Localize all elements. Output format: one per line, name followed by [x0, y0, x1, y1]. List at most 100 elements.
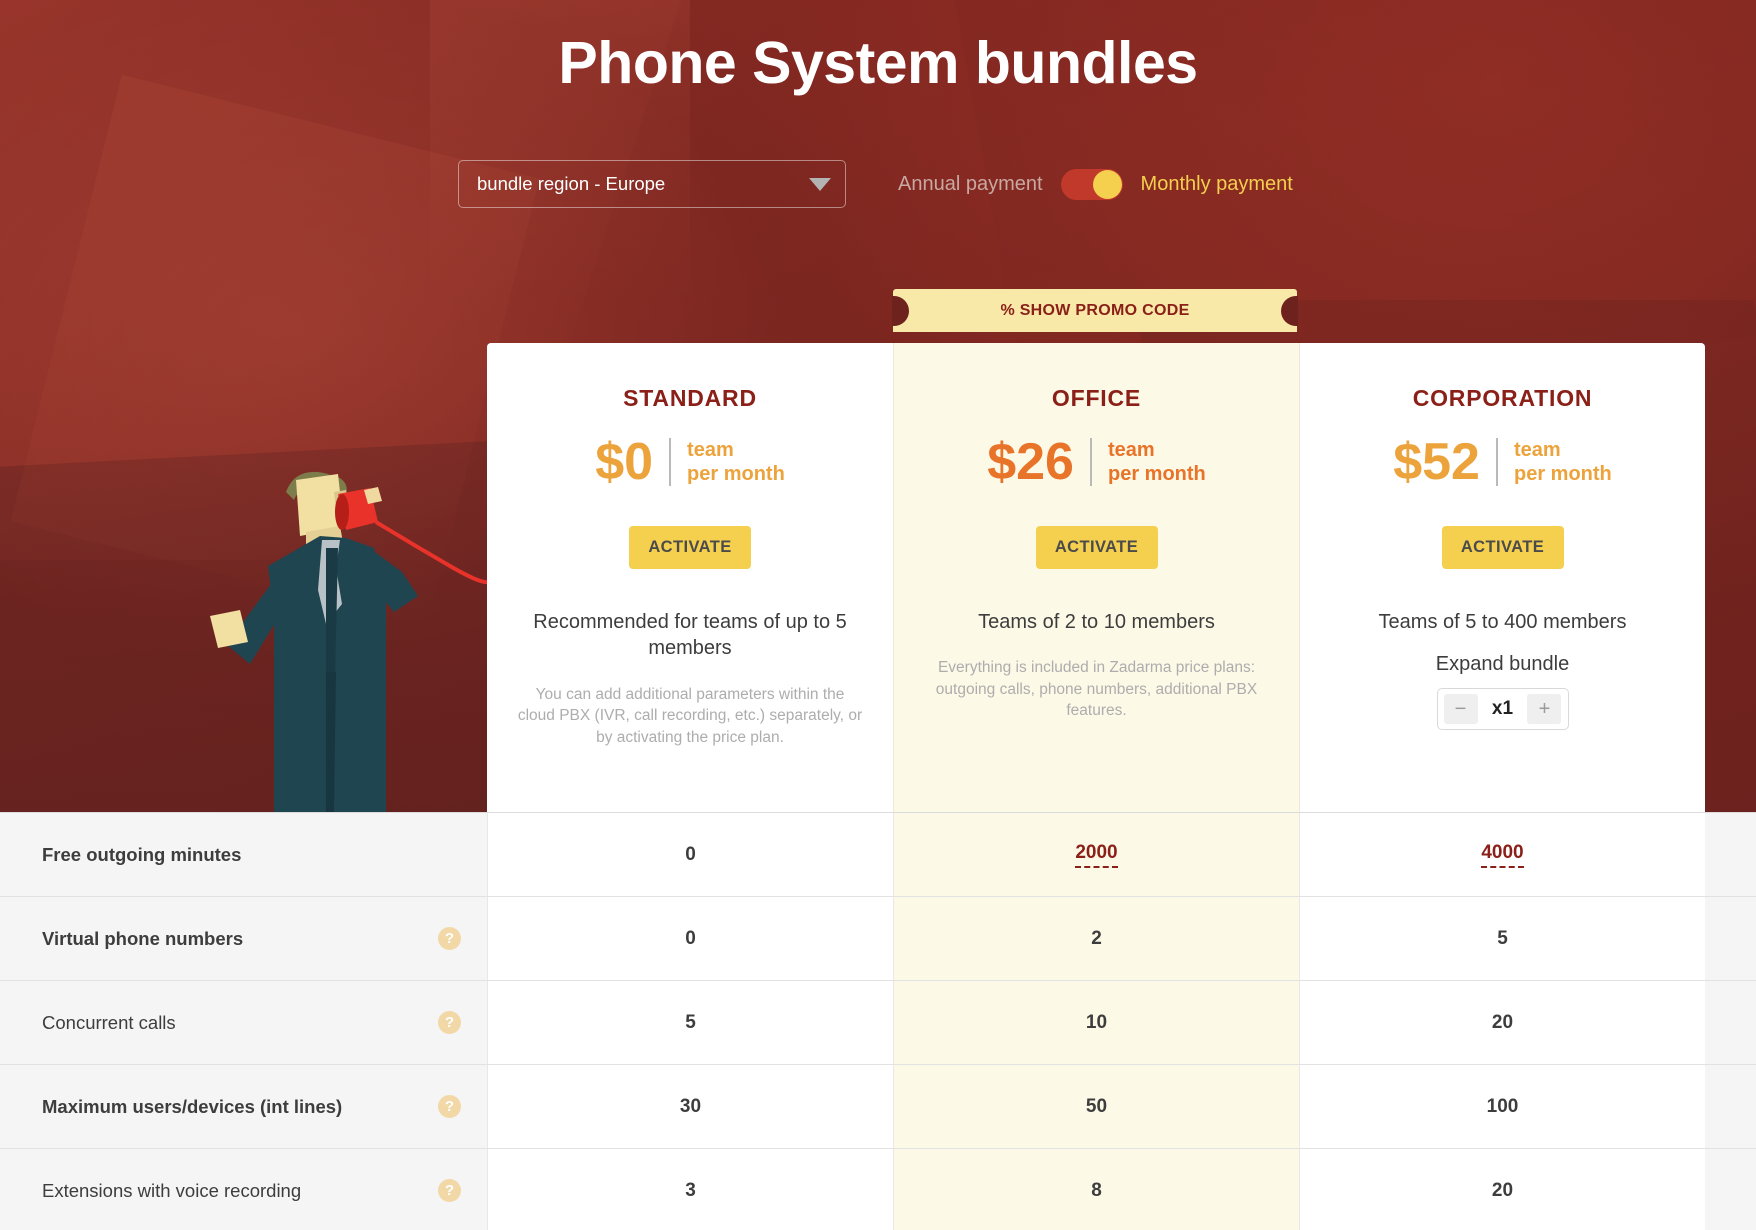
table-row: Free outgoing minutes 0 2000 4000 — [0, 812, 1756, 896]
feature-label-cell: Concurrent calls ? — [0, 981, 487, 1064]
toggle-knob — [1092, 169, 1122, 199]
feature-value-standard: 3 — [487, 1149, 893, 1230]
cell-value: 20 — [1491, 1011, 1514, 1033]
feature-value-standard: 30 — [487, 1065, 893, 1148]
promo-code-label: % SHOW PROMO CODE — [1000, 301, 1190, 319]
plan-note-office: Everything is included in Zadarma price … — [935, 659, 1258, 720]
feature-label: Concurrent calls — [42, 1011, 176, 1033]
pricing-card-corporation: CORPORATION $52 team per month ACTIVATE … — [1299, 343, 1705, 812]
price-divider — [669, 438, 672, 486]
feature-value-corporation: 20 — [1299, 1149, 1705, 1230]
feature-label-cell: Extensions with voice recording ? — [0, 1149, 487, 1230]
stepper-value: x1 — [1491, 698, 1514, 720]
businessman-phone-illustration — [150, 440, 492, 812]
cell-value-tooltip[interactable]: 2000 — [1075, 842, 1118, 868]
price-unit: team per month — [687, 438, 785, 487]
price-row: $26 team per month — [894, 436, 1299, 488]
activate-button-corporation[interactable]: ACTIVATE — [1441, 526, 1564, 569]
price-unit: team per month — [1108, 438, 1206, 487]
cell-value-tooltip[interactable]: 4000 — [1481, 842, 1524, 868]
pricing-cards: STANDARD $0 team per month ACTIVATE Reco… — [487, 343, 1705, 812]
price-divider — [1089, 438, 1092, 486]
cell-value: 20 — [1491, 1179, 1514, 1201]
plan-price-standard: $0 — [595, 433, 654, 491]
cell-value: 100 — [1486, 1095, 1519, 1117]
feature-label: Extensions with voice recording — [42, 1179, 302, 1201]
stepper-increment-button[interactable]: + — [1527, 694, 1562, 725]
page-title: Phone System bundles — [558, 30, 1198, 96]
plan-description-standard: Recommended for teams of up to 5 members — [533, 611, 847, 660]
payment-toggle-switch[interactable] — [1060, 168, 1123, 200]
feature-label: Virtual phone numbers — [42, 927, 244, 949]
annual-payment-label[interactable]: Annual payment — [898, 173, 1043, 196]
table-row: Extensions with voice recording ? 3 8 20 — [0, 1148, 1756, 1230]
table-row: Virtual phone numbers ? 0 2 5 — [0, 896, 1756, 980]
feature-value-standard: 0 — [487, 813, 893, 896]
price-row: $52 team per month — [1300, 436, 1705, 488]
table-row: Maximum users/devices (int lines) ? 30 5… — [0, 1064, 1756, 1148]
cell-value: 50 — [1085, 1095, 1108, 1117]
plan-name-standard: STANDARD — [623, 385, 757, 411]
feature-label: Maximum users/devices (int lines) — [42, 1095, 343, 1117]
price-unit-line1: team — [1513, 438, 1561, 461]
price-unit-line2: per month — [1513, 463, 1612, 485]
price-unit-line1: team — [1107, 438, 1155, 461]
bundle-region-select[interactable]: bundle region - Europe — [458, 160, 846, 208]
feature-value-standard: 5 — [487, 981, 893, 1064]
feature-value-corporation: 5 — [1299, 897, 1705, 980]
cell-value: 0 — [685, 927, 696, 949]
feature-label: Free outgoing minutes — [42, 843, 242, 865]
question-mark-icon[interactable]: ? — [438, 1179, 461, 1202]
cell-value: 30 — [679, 1095, 702, 1117]
cell-value: 8 — [1091, 1179, 1102, 1201]
plan-price-office: $26 — [987, 433, 1074, 491]
question-mark-icon[interactable]: ? — [438, 1011, 461, 1034]
cell-value: 3 — [685, 1179, 696, 1201]
cell-value: 0 — [685, 843, 696, 865]
chevron-down-icon — [809, 177, 831, 191]
feature-value-corporation: 4000 — [1299, 813, 1705, 896]
feature-value-standard: 0 — [487, 897, 893, 980]
price-unit-line2: per month — [1107, 463, 1206, 485]
expand-bundle-stepper[interactable]: − x1 + — [1436, 688, 1569, 731]
plan-name-corporation: CORPORATION — [1412, 385, 1593, 411]
feature-value-corporation: 20 — [1299, 981, 1705, 1064]
feature-value-office: 8 — [893, 1149, 1299, 1230]
activate-button-standard[interactable]: ACTIVATE — [629, 526, 751, 569]
feature-comparison-table: Free outgoing minutes 0 2000 4000 Virtua… — [0, 812, 1756, 1230]
show-promo-code-banner[interactable]: % SHOW PROMO CODE — [892, 289, 1298, 332]
cell-value: 5 — [685, 1011, 696, 1033]
table-row: Concurrent calls ? 5 10 20 — [0, 980, 1756, 1064]
activate-button-office[interactable]: ACTIVATE — [1035, 526, 1158, 569]
cell-value: 2 — [1091, 927, 1102, 949]
feature-label-cell: Maximum users/devices (int lines) ? — [0, 1065, 487, 1148]
ticket-notch-right — [1281, 295, 1298, 326]
plan-note-standard: You can add additional parameters within… — [517, 685, 863, 746]
feature-value-office: 2 — [893, 897, 1299, 980]
question-mark-icon[interactable]: ? — [438, 1095, 461, 1118]
cell-value: 5 — [1497, 927, 1508, 949]
cell-value: 10 — [1085, 1011, 1108, 1033]
question-mark-icon[interactable]: ? — [438, 927, 461, 950]
price-row: $0 team per month — [487, 436, 893, 488]
plan-name-office: OFFICE — [1051, 385, 1142, 411]
feature-value-office: 50 — [893, 1065, 1299, 1148]
feature-value-office: 2000 — [893, 813, 1299, 896]
ticket-notch-left — [892, 295, 909, 326]
expand-bundle-label: Expand bundle — [1435, 653, 1570, 676]
stepper-decrement-button[interactable]: − — [1443, 694, 1478, 725]
plan-description-office: Teams of 2 to 10 members — [978, 611, 1215, 633]
feature-value-corporation: 100 — [1299, 1065, 1705, 1148]
bundle-region-value: bundle region - Europe — [477, 173, 666, 194]
feature-label-cell: Virtual phone numbers ? — [0, 897, 487, 980]
payment-period-toggle[interactable]: Annual payment Monthly payment — [898, 168, 1293, 200]
feature-value-office: 10 — [893, 981, 1299, 1064]
pricing-card-office: OFFICE $26 team per month ACTIVATE Teams… — [893, 343, 1299, 812]
price-unit: team per month — [1514, 438, 1612, 487]
controls-row: bundle region - Europe Annual payment Mo… — [458, 160, 1293, 208]
monthly-payment-label[interactable]: Monthly payment — [1141, 173, 1293, 196]
feature-label-cell: Free outgoing minutes — [0, 813, 487, 896]
pricing-card-standard: STANDARD $0 team per month ACTIVATE Reco… — [487, 343, 893, 812]
plan-price-corporation: $52 — [1393, 433, 1480, 491]
plan-description-corporation: Teams of 5 to 400 members — [1378, 611, 1627, 633]
